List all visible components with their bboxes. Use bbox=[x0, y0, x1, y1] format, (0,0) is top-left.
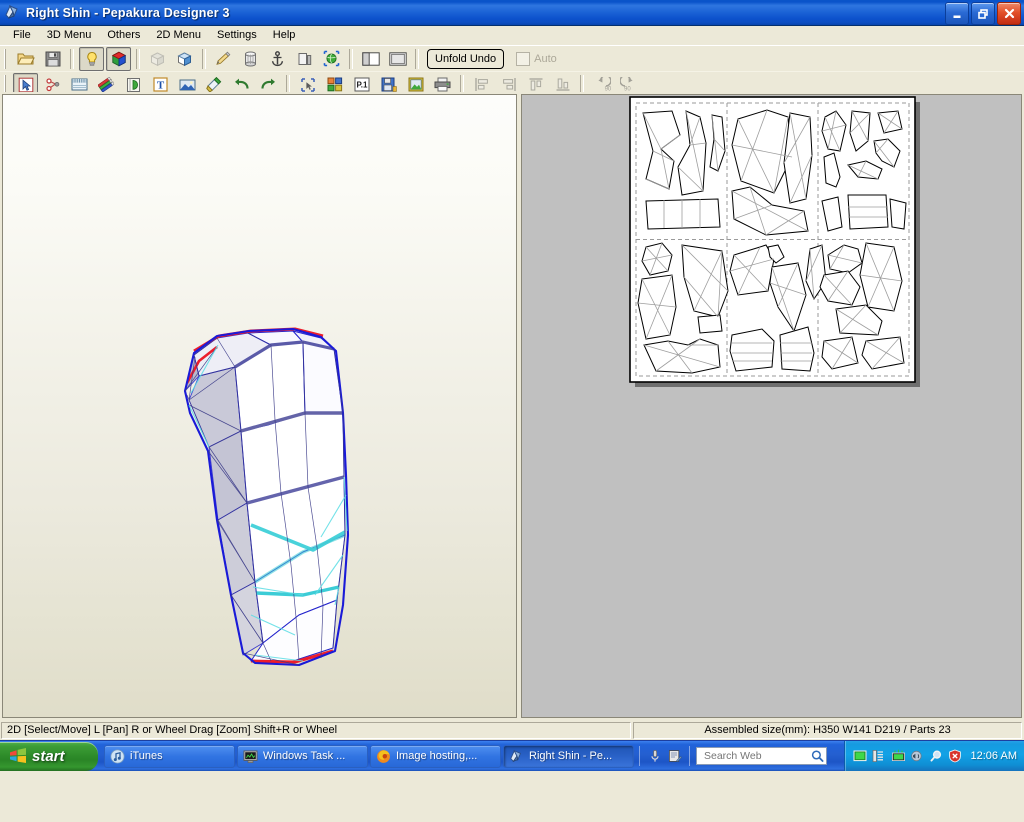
3d-view-panel[interactable] bbox=[2, 94, 517, 718]
title-bar: Right Shin - Pepakura Designer 3 bbox=[0, 0, 1024, 26]
lightbulb-icon[interactable] bbox=[79, 46, 104, 71]
magnifier-icon[interactable] bbox=[810, 749, 825, 763]
start-button[interactable]: start bbox=[0, 741, 98, 771]
firefox-icon bbox=[376, 749, 391, 764]
menu-3d[interactable]: 3D Menu bbox=[40, 27, 101, 44]
taskbar-clock[interactable]: 12:06 AM bbox=[971, 750, 1017, 762]
green-monitor-icon[interactable] bbox=[853, 749, 867, 763]
auto-checkbox[interactable] bbox=[516, 51, 531, 66]
toolbar-separator bbox=[349, 48, 353, 69]
save-file-icon[interactable] bbox=[40, 47, 65, 71]
3d-model-mesh bbox=[183, 327, 350, 667]
single-panel-icon[interactable] bbox=[385, 47, 410, 71]
unfold-undo-button[interactable]: Unfold Undo bbox=[427, 48, 505, 69]
gray-cube-icon[interactable] bbox=[145, 47, 170, 71]
2d-unfold-page bbox=[629, 96, 920, 387]
minimize-button[interactable] bbox=[945, 2, 969, 25]
search-input[interactable] bbox=[702, 749, 810, 763]
microphone-icon[interactable] bbox=[648, 749, 662, 763]
svg-text:T: T bbox=[157, 80, 165, 92]
itunes-icon bbox=[110, 749, 125, 764]
pepakura-designer-window: Right Shin - Pepakura Designer 3 File 3D… bbox=[0, 0, 1024, 822]
auto-label: Auto bbox=[534, 52, 557, 65]
media-list-icon[interactable] bbox=[872, 749, 886, 763]
magnifier-icon[interactable] bbox=[929, 749, 943, 763]
taskbar-item-windows-task-manager[interactable]: Windows Task ... bbox=[237, 744, 368, 768]
taskbar-divider bbox=[639, 746, 640, 766]
menu-file[interactable]: File bbox=[6, 27, 40, 44]
volume-icon[interactable] bbox=[910, 749, 924, 763]
menu-others[interactable]: Others bbox=[100, 27, 149, 44]
toolbar-separator bbox=[202, 48, 206, 69]
svg-text:P.1: P.1 bbox=[356, 81, 368, 90]
taskbar: start iTunes Windows Task ... Image host… bbox=[0, 740, 1024, 771]
toolbar-separator bbox=[415, 48, 419, 69]
taskbar-item-label: Right Shin - Pe... bbox=[529, 750, 613, 762]
menu-help[interactable]: Help bbox=[266, 27, 305, 44]
flat-face-icon[interactable] bbox=[292, 47, 317, 71]
taskbar-item-image-hosting[interactable]: Image hosting,... bbox=[370, 744, 501, 768]
network-monitor-icon[interactable] bbox=[891, 749, 905, 763]
pencil-icon[interactable] bbox=[211, 47, 236, 71]
open-file-icon[interactable] bbox=[13, 47, 38, 71]
blue-cube-icon[interactable] bbox=[172, 47, 197, 71]
menu-2d[interactable]: 2D Menu bbox=[149, 27, 210, 44]
2d-layout-panel[interactable] bbox=[521, 94, 1022, 718]
anchor-icon[interactable] bbox=[265, 47, 290, 71]
main-toolbar: Unfold Undo Auto bbox=[0, 45, 1024, 71]
task-manager-icon bbox=[243, 749, 258, 764]
maximize-button[interactable] bbox=[971, 2, 995, 25]
menu-settings[interactable]: Settings bbox=[210, 27, 266, 44]
start-label: start bbox=[32, 747, 65, 765]
status-assembled-size: Assembled size(mm): H350 W141 D219 / Par… bbox=[633, 721, 1022, 739]
window-title: Right Shin - Pepakura Designer 3 bbox=[26, 5, 230, 20]
taskbar-buttons: iTunes Windows Task ... Image hosting,..… bbox=[104, 744, 634, 768]
web-search-box[interactable] bbox=[696, 747, 827, 765]
status-bar: 2D [Select/Move] L [Pan] R or Wheel Drag… bbox=[0, 720, 1024, 740]
search-divider bbox=[689, 746, 690, 766]
close-button[interactable] bbox=[997, 2, 1021, 25]
color-cube-icon[interactable] bbox=[106, 46, 131, 71]
system-tray: 12:06 AM bbox=[843, 741, 1024, 771]
taskbar-item-itunes[interactable]: iTunes bbox=[104, 744, 235, 768]
split-panel-vertical-icon[interactable] bbox=[358, 47, 383, 71]
quick-launch-and-search bbox=[648, 746, 827, 766]
cylinder-icon[interactable] bbox=[238, 47, 263, 71]
security-shield-icon[interactable] bbox=[948, 749, 962, 763]
taskbar-item-label: Windows Task ... bbox=[263, 750, 346, 762]
workspace bbox=[0, 92, 1024, 720]
taskbar-item-label: Image hosting,... bbox=[396, 750, 478, 762]
windows-flag-icon bbox=[9, 748, 27, 764]
taskbar-item-right-shin-pepakura[interactable]: Right Shin - Pe... bbox=[503, 744, 634, 768]
menu-bar: File 3D Menu Others 2D Menu Settings Hel… bbox=[0, 26, 1024, 45]
status-hint: 2D [Select/Move] L [Pan] R or Wheel Drag… bbox=[1, 721, 631, 739]
toolbar-separator bbox=[136, 48, 140, 69]
toolbar-grip[interactable] bbox=[3, 48, 10, 69]
toolbar-separator bbox=[70, 48, 74, 69]
window-controls bbox=[945, 2, 1021, 25]
green-globe-icon[interactable] bbox=[319, 47, 344, 71]
auto-checkbox-group[interactable]: Auto bbox=[516, 51, 557, 66]
notepad-pen-icon[interactable] bbox=[668, 749, 682, 763]
pepakura-app-icon bbox=[509, 749, 524, 764]
pepakura-app-icon bbox=[4, 4, 21, 21]
taskbar-item-label: iTunes bbox=[130, 750, 163, 762]
